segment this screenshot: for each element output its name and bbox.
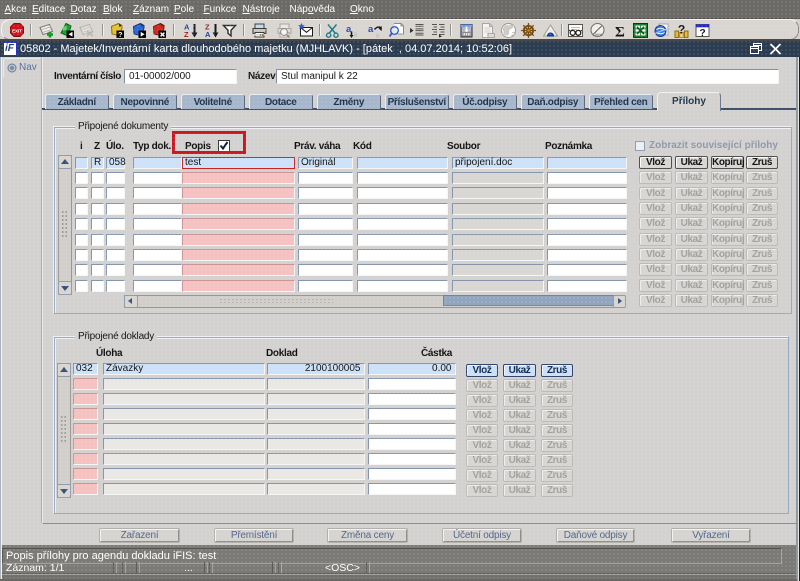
svg-text:A: A	[205, 30, 211, 38]
svg-text:a: a	[376, 33, 380, 39]
svg-text:?: ?	[677, 23, 684, 37]
svg-text:Z: Z	[184, 30, 189, 38]
svg-text:EXIT: EXIT	[12, 28, 22, 33]
svg-text:?: ?	[118, 32, 122, 38]
svg-text:a: a	[353, 32, 357, 39]
svg-text:Σ: Σ	[615, 25, 625, 39]
svg-text:a: a	[368, 24, 374, 35]
svg-text:?: ?	[699, 28, 705, 38]
svg-text:100%: 100%	[593, 33, 603, 37]
